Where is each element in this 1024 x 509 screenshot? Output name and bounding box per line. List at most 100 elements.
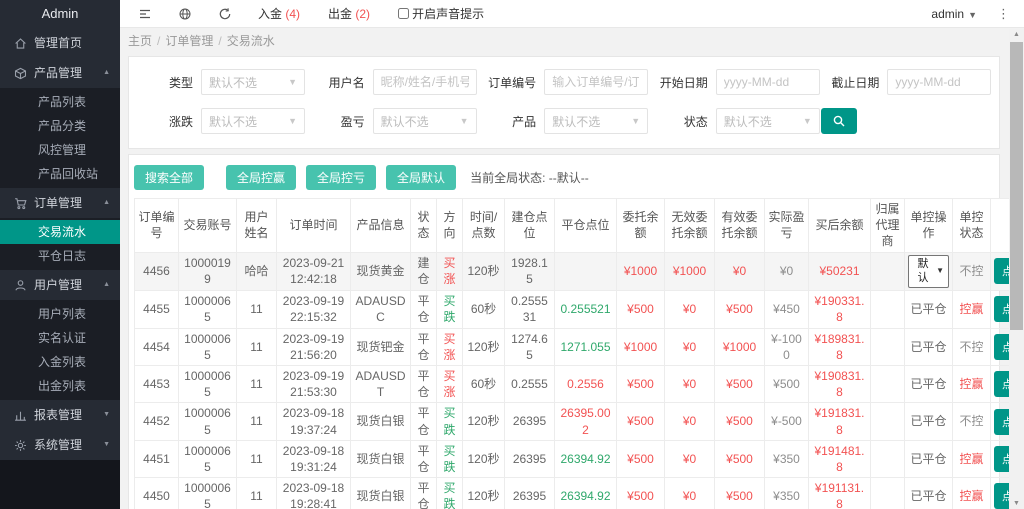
filter-panel: 类型 默认不选▼ 用户名 订单编号 开始日期 截止日期 — [128, 56, 1000, 149]
sidebar: Admin 管理首页 产品管理 ▲ 产品列表 产品分类 风控管理 产品回收站 — [0, 0, 120, 509]
column-header: 交易账号 — [179, 199, 237, 253]
sidebar-group-label: 用户管理 — [34, 270, 82, 300]
breadcrumb-orders[interactable]: 订单管理 — [165, 34, 213, 48]
cell-user_name: 11 — [237, 291, 277, 328]
type-select[interactable]: 默认不选▼ — [201, 69, 305, 95]
cell-after_balance: ¥191131.8 — [809, 478, 871, 509]
cell-product: 现货钯金 — [351, 328, 411, 365]
cell-account: 10000065 — [179, 366, 237, 403]
column-header: 建仓点位 — [505, 199, 555, 253]
sidebar-group-products[interactable]: 产品管理 ▲ — [0, 58, 120, 88]
start-date-input[interactable] — [716, 69, 820, 95]
table-row: 445610000199哈哈2023-09-21 12:42:18现货黄金建仓买… — [135, 252, 1024, 291]
cell-invalid_entrust: ¥1000 — [665, 252, 715, 291]
cell-direction: 买涨 — [437, 366, 463, 403]
cell-open_point: 26395 — [505, 478, 555, 509]
sidebar-item-product-category[interactable]: 产品分类 — [0, 114, 120, 138]
sound-alert-toggle[interactable]: 开启声音提示 — [398, 5, 484, 22]
app-root: Admin 管理首页 产品管理 ▲ 产品列表 产品分类 风控管理 产品回收站 — [0, 0, 1024, 509]
cell-product: 现货黄金 — [351, 252, 411, 291]
sidebar-item-deposit-list[interactable]: 入金列表 — [0, 350, 120, 374]
cell-order_time: 2023-09-19 21:56:20 — [277, 328, 351, 365]
sidebar-group-system[interactable]: 系统管理 ▼ — [0, 430, 120, 460]
global-win-button[interactable]: 全局控赢 — [226, 165, 296, 190]
table-body: 445610000199哈哈2023-09-21 12:42:18现货黄金建仓买… — [135, 252, 1024, 509]
breadcrumb-home[interactable]: 主页 — [128, 34, 152, 48]
column-header: 委托余额 — [617, 199, 665, 253]
cell-order_time: 2023-09-18 19:31:24 — [277, 440, 351, 477]
breadcrumb: 主页/订单管理/交易流水 — [120, 28, 1024, 54]
cell-control_status: 控赢 — [953, 366, 991, 403]
cell-duration: 60秒 — [463, 291, 505, 328]
orders-panel: 搜索全部 全局控赢 全局控亏 全局默认 当前全局状态: --默认-- 订单编号交… — [128, 154, 1000, 509]
cell-account: 10000065 — [179, 478, 237, 509]
sidebar-group-reports[interactable]: 报表管理 ▼ — [0, 400, 120, 430]
cell-control_status: 不控 — [953, 403, 991, 440]
topbar: 入金 (4) 出金 (2) 开启声音提示 admin▼ ⋮ — [120, 0, 1024, 28]
cell-order_no: 4454 — [135, 328, 179, 365]
collapse-sidebar-icon[interactable] — [138, 7, 152, 21]
cell-user_name: 11 — [237, 440, 277, 477]
sidebar-item-product-list[interactable]: 产品列表 — [0, 90, 120, 114]
sidebar-item-dashboard[interactable]: 管理首页 — [0, 28, 120, 58]
vertical-scrollbar[interactable]: ▲ ▼ — [1009, 29, 1024, 509]
cell-direction: 买跌 — [437, 403, 463, 440]
scrollbar-thumb[interactable] — [1010, 42, 1023, 330]
sidebar-item-real-name[interactable]: 实名认证 — [0, 326, 120, 350]
search-all-button[interactable]: 搜索全部 — [134, 165, 204, 190]
column-header: 单控状态 — [953, 199, 991, 253]
status-select[interactable]: 默认不选▼ — [716, 108, 820, 134]
global-lose-button[interactable]: 全局控亏 — [306, 165, 376, 190]
sidebar-item-withdraw-list[interactable]: 出金列表 — [0, 374, 120, 398]
cell-direction: 买涨 — [437, 328, 463, 365]
orders-table: 订单编号交易账号用户姓名订单时间产品信息状态方向时间/点数建仓点位平仓点位委托余… — [134, 198, 1024, 509]
single-control-select[interactable]: 默认▼ — [908, 255, 949, 289]
column-header: 状态 — [411, 199, 437, 253]
more-options-icon[interactable]: ⋮ — [997, 6, 1010, 22]
filter-enddate-label: 截止日期 — [821, 74, 879, 91]
chevron-down-icon: ▼ — [936, 266, 944, 277]
cell-valid_entrust: ¥500 — [715, 366, 765, 403]
submenu-products: 产品列表 产品分类 风控管理 产品回收站 — [0, 88, 120, 188]
chevron-up-icon: ▲ — [103, 58, 110, 88]
refresh-icon[interactable] — [218, 7, 232, 21]
sidebar-item-product-recycle[interactable]: 产品回收站 — [0, 162, 120, 186]
sidebar-group-label: 订单管理 — [34, 188, 82, 218]
deposit-link[interactable]: 入金 (4) — [258, 5, 300, 22]
updown-select[interactable]: 默认不选▼ — [201, 108, 305, 134]
sound-alert-checkbox[interactable] — [398, 8, 409, 19]
cell-valid_entrust: ¥500 — [715, 403, 765, 440]
user-menu[interactable]: admin▼ — [931, 7, 977, 21]
withdraw-link[interactable]: 出金 (2) — [328, 5, 370, 22]
column-header: 方向 — [437, 199, 463, 253]
cell-user_name: 11 — [237, 366, 277, 403]
order-no-input[interactable] — [544, 69, 648, 95]
column-header: 实际盈亏 — [765, 199, 809, 253]
search-button[interactable] — [821, 108, 857, 134]
scroll-up-icon[interactable]: ▲ — [1009, 31, 1024, 38]
sidebar-item-trade-flow[interactable]: 交易流水 — [0, 220, 120, 244]
globe-icon[interactable] — [178, 7, 192, 21]
scroll-down-icon[interactable]: ▼ — [1009, 500, 1024, 507]
profit-select[interactable]: 默认不选▼ — [373, 108, 477, 134]
cell-profit: ¥-500 — [765, 403, 809, 440]
cell-product: 现货白银 — [351, 478, 411, 509]
global-default-button[interactable]: 全局默认 — [386, 165, 456, 190]
end-date-input[interactable] — [887, 69, 991, 95]
sidebar-filler — [0, 460, 120, 509]
sidebar-item-user-list[interactable]: 用户列表 — [0, 302, 120, 326]
cell-duration: 120秒 — [463, 328, 505, 365]
sidebar-item-risk-control[interactable]: 风控管理 — [0, 138, 120, 162]
cell-entrust: ¥500 — [617, 291, 665, 328]
product-select[interactable]: 默认不选▼ — [544, 108, 648, 134]
cell-agent — [871, 440, 905, 477]
cell-invalid_entrust: ¥0 — [665, 366, 715, 403]
username-input[interactable] — [373, 69, 477, 95]
sidebar-item-close-log[interactable]: 平仓日志 — [0, 244, 120, 268]
sidebar-group-users[interactable]: 用户管理 ▲ — [0, 270, 120, 300]
sidebar-group-orders[interactable]: 订单管理 ▲ — [0, 188, 120, 218]
cell-profit: ¥350 — [765, 440, 809, 477]
cell-invalid_entrust: ¥0 — [665, 403, 715, 440]
deposit-count-badge: (4) — [285, 7, 300, 21]
column-header: 归属代理商 — [871, 199, 905, 253]
